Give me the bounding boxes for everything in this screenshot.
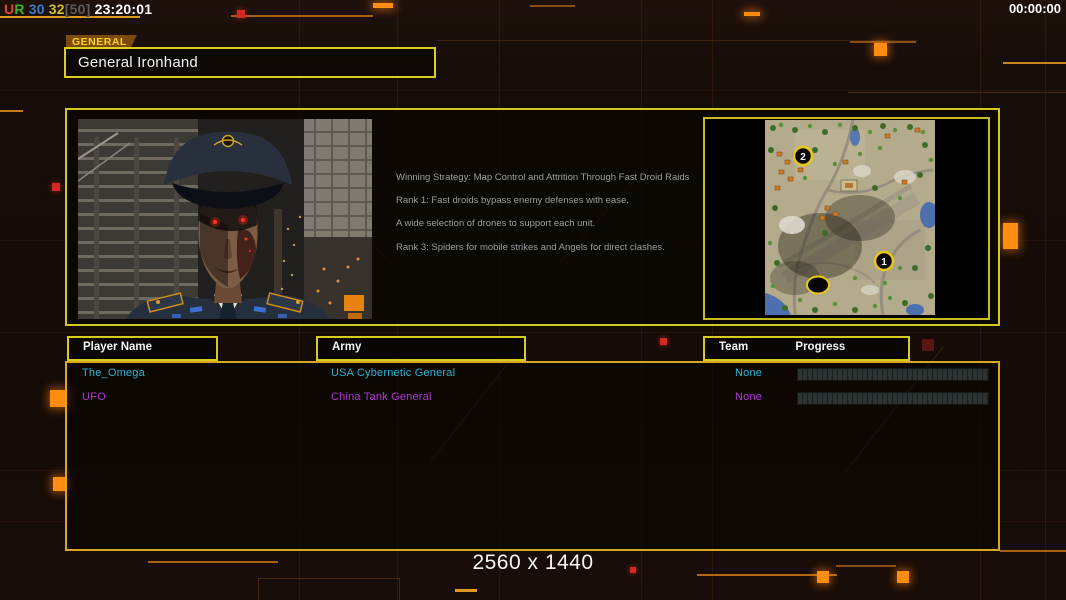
circuit-square [874,43,887,56]
header-player-name: Player Name [67,336,218,361]
hud-ping-letter: R [14,1,25,17]
circuit-square [237,10,245,18]
general-name: General Ironhand [78,54,198,71]
hud-clock: 23:20:01 [94,1,153,17]
circuit-square [1003,223,1018,249]
header-progress-label: Progress [795,341,846,353]
circuit-square [922,339,934,351]
player-team: None [735,391,763,403]
strategy-text: Winning Strategy: Map Control and Attrit… [396,172,690,265]
svg-text:2: 2 [800,152,806,163]
circuit-square [744,12,760,16]
resolution-label: 2560 x 1440 [472,551,594,574]
match-timer: 00:00:00 [1008,1,1061,16]
circuit-box [258,578,400,600]
circuit-square [660,338,667,345]
circuit-line [437,40,917,41]
player-progress-bar [797,392,989,405]
hud-stats: UR 30 32[50] 23:20:01 [4,1,152,17]
circuit-line [0,110,23,112]
map-preview-panel: 2 1 [703,117,990,320]
player-army: USA Cybernetic General [331,367,456,379]
map-marker-blank [806,275,830,295]
circuit-line [530,5,575,7]
player-team: None [735,367,763,379]
strategy-line: A wide selection of drones to support ea… [396,218,596,230]
hud-stat-blue: 30 [28,1,45,17]
loading-screen: UR 30 32[50] 23:20:01 00:00:00 GENERAL G… [0,0,1066,600]
circuit-square [52,183,60,191]
map-preview-image: 2 1 [765,120,935,315]
strategy-line: Rank 3: Spiders for mobile strikes and A… [396,241,665,253]
general-portrait [78,119,372,319]
circuit-line [848,92,1066,93]
player-name: UFO [82,391,106,403]
player-name: The_Omega [82,367,145,379]
circuit-gridline [0,90,1066,91]
hud-stat-yellow: 32 [48,1,65,17]
circuit-gridline [0,332,1066,333]
player-army: China Tank General [331,391,432,403]
orange-patch [344,295,364,311]
general-name-box: General Ironhand [64,47,436,78]
red-eye [240,217,246,223]
strategy-line: Winning Strategy: Map Control and Attrit… [396,172,690,183]
map-marker-2: 2 [792,145,814,167]
red-eye [212,219,218,225]
header-team-progress: Team Progress [703,336,910,361]
hud-stat-bracket: [50] [64,1,91,17]
circuit-line [231,15,373,17]
svg-text:1: 1 [881,257,887,268]
circuit-line [1003,62,1066,64]
circuit-square [373,3,393,8]
strategy-line: Rank 1: Fast droids bypass enemy defense… [396,195,629,207]
header-player-label: Player Name [83,341,153,353]
hud-ping-letter: U [4,1,15,17]
header-army-label: Army [332,341,362,353]
roster-panel [65,361,1000,551]
header-army: Army [316,336,526,361]
circuit-line [455,589,477,592]
header-team-label: Team [719,341,749,353]
player-progress-bar [797,368,989,381]
map-marker-1: 1 [873,250,895,272]
